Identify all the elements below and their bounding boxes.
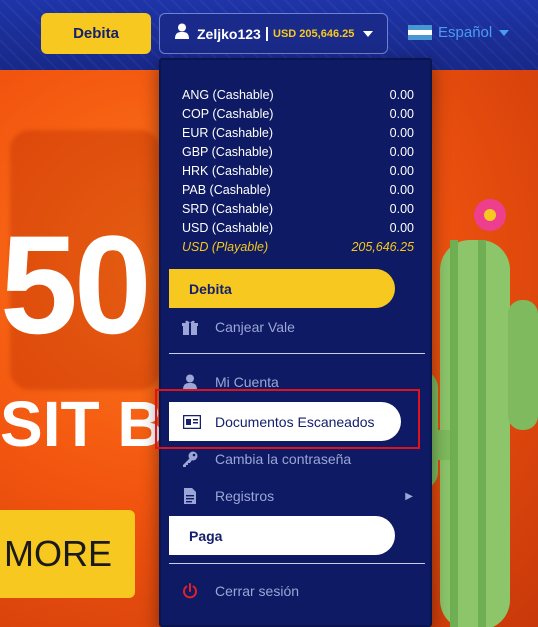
menu-item-label: Registros: [215, 488, 275, 504]
account-dropdown-menu: ANG (Cashable) 0.00 COP (Cashable) 0.00 …: [159, 58, 432, 627]
currency-label: HRK (Cashable): [182, 164, 274, 178]
user-icon: [181, 374, 199, 390]
key-icon: [181, 451, 199, 467]
currency-label: ANG (Cashable): [182, 88, 274, 102]
menu-item-label: Canjear Vale: [215, 319, 295, 335]
currency-amount: 0.00: [389, 202, 414, 216]
balance-row: SRD (Cashable) 0.00: [182, 202, 414, 221]
language-label: Español: [438, 24, 493, 41]
balance-row-playable: USD (Playable) 205,646.25: [182, 240, 414, 259]
balance-row: COP (Cashable) 0.00: [182, 107, 414, 126]
currency-amount: 0.00: [389, 145, 414, 159]
balance-row: USD (Cashable) 0.00: [182, 221, 414, 240]
currency-label: PAB (Cashable): [182, 183, 271, 197]
balance-list: ANG (Cashable) 0.00 COP (Cashable) 0.00 …: [182, 88, 414, 259]
currency-amount: 0.00: [389, 88, 414, 102]
currency-label: GBP (Cashable): [182, 145, 273, 159]
currency-amount: 0.00: [389, 183, 414, 197]
balance-row: EUR (Cashable) 0.00: [182, 126, 414, 145]
menu-item-mi-cuenta[interactable]: Mi Cuenta: [181, 374, 279, 390]
currency-amount: 0.00: [389, 221, 414, 235]
currency-amount: 0.00: [389, 126, 414, 140]
user-account-dropdown[interactable]: Zeljko123 | USD 205,646.25: [159, 13, 388, 54]
currency-amount: 0.00: [389, 164, 414, 178]
menu-item-cambia-contrasena[interactable]: Cambia la contraseña: [181, 451, 351, 467]
menu-item-canjear-vale[interactable]: Canjear Vale: [181, 319, 295, 335]
menu-item-label: Documentos Escaneados: [215, 413, 375, 430]
menu-divider: [169, 353, 425, 354]
balance-row: ANG (Cashable) 0.00: [182, 88, 414, 107]
menu-item-registros[interactable]: Registros ▶: [181, 488, 413, 504]
chevron-down-icon: [363, 31, 373, 37]
language-selector[interactable]: Español: [408, 24, 510, 41]
balance-row: GBP (Cashable) 0.00: [182, 145, 414, 164]
chevron-right-icon: ▶: [405, 490, 413, 502]
menu-item-label: Cerrar sesión: [215, 583, 300, 599]
currency-amount: 205,646.25: [351, 240, 414, 254]
menu-item-label: Cambia la contraseña: [215, 451, 352, 467]
currency-amount: 0.00: [389, 107, 414, 121]
currency-label: EUR (Cashable): [182, 126, 274, 140]
currency-label: USD (Cashable): [182, 221, 274, 235]
gift-icon: [181, 319, 199, 335]
menu-documentos-escaneados-button[interactable]: Documentos Escaneados: [169, 402, 401, 441]
promo-number: 50: [0, 206, 152, 363]
currency-label: COP (Cashable): [182, 107, 274, 121]
balance-row: PAB (Cashable) 0.00: [182, 183, 414, 202]
power-icon: [181, 583, 199, 599]
balance-label: USD 205,646.25: [273, 27, 355, 40]
id-card-icon: [183, 414, 201, 429]
flag-stripe: [408, 35, 432, 41]
username-label: Zeljko123: [197, 25, 261, 42]
chevron-down-icon: [499, 29, 510, 36]
flag-icon: [408, 24, 432, 41]
debita-button[interactable]: Debita: [41, 13, 151, 54]
balance-row: HRK (Cashable) 0.00: [182, 164, 414, 183]
document-icon: [181, 488, 199, 504]
menu-item-label: Mi Cuenta: [215, 374, 279, 390]
menu-paga-button[interactable]: Paga: [169, 516, 395, 555]
currency-label: SRD (Cashable): [182, 202, 274, 216]
separator: |: [264, 25, 270, 42]
menu-item-cerrar-sesion[interactable]: Cerrar sesión: [181, 583, 299, 599]
currency-label: USD (Playable): [182, 240, 269, 254]
user-icon: [175, 23, 189, 44]
menu-debita-button[interactable]: Debita: [169, 269, 395, 308]
menu-divider: [169, 563, 425, 564]
more-button[interactable]: MORE: [0, 510, 135, 598]
